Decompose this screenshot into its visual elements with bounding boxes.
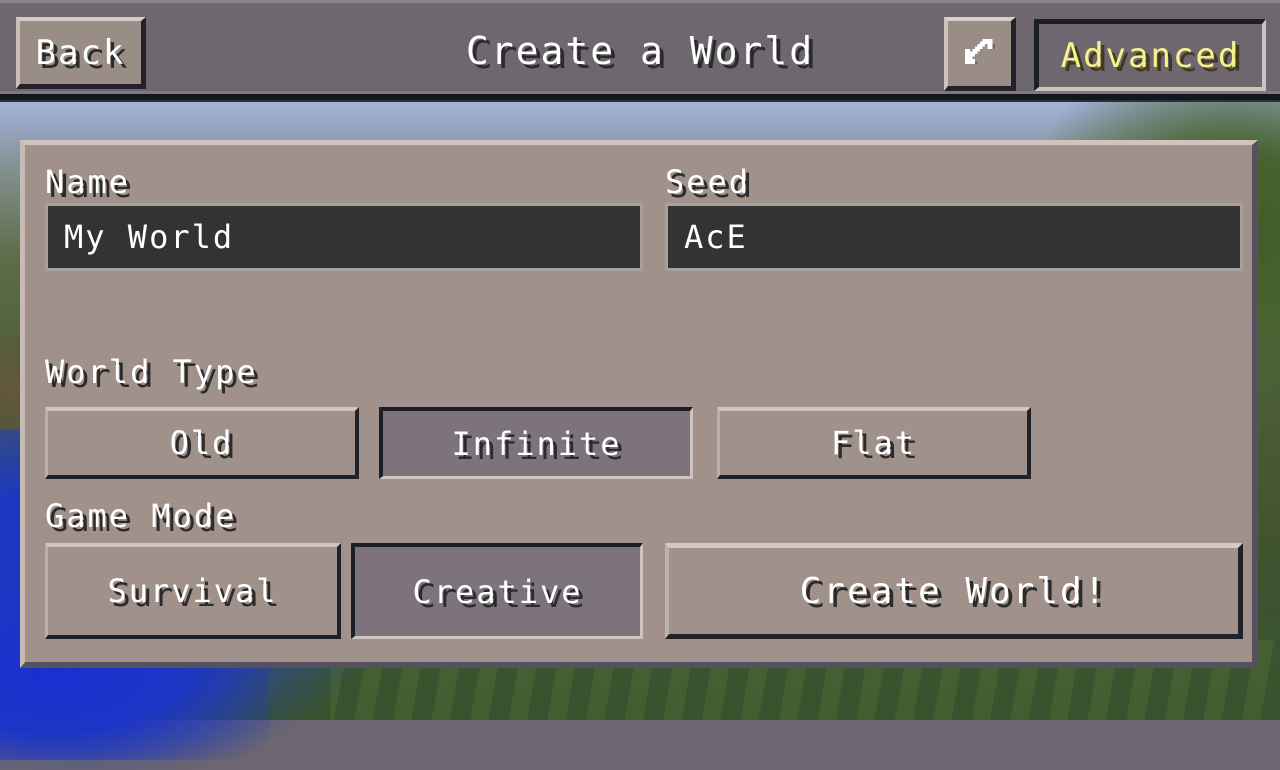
name-field-label: Name bbox=[45, 163, 130, 201]
game-mode-option-creative[interactable]: Creative bbox=[351, 543, 643, 639]
world-type-option-flat[interactable]: Flat bbox=[717, 407, 1031, 479]
seed-field-label: Seed bbox=[665, 163, 750, 201]
world-type-label: World Type bbox=[45, 353, 258, 391]
create-world-button-label: Create World! bbox=[800, 571, 1108, 612]
top-bar-divider bbox=[0, 91, 1280, 102]
world-type-option-infinite[interactable]: Infinite bbox=[379, 407, 693, 479]
shuffle-arrows-icon bbox=[960, 34, 1000, 74]
game-mode-option-creative-label: Creative bbox=[412, 573, 582, 611]
world-type-option-flat-label: Flat bbox=[831, 424, 916, 462]
seed-input-value: AcE bbox=[684, 218, 748, 256]
seed-input[interactable]: AcE bbox=[665, 203, 1243, 271]
name-input-value: My World bbox=[64, 218, 234, 256]
world-type-option-infinite-label: Infinite bbox=[451, 425, 621, 463]
world-type-option-old-label: Old bbox=[170, 424, 234, 462]
game-mode-option-survival-label: Survival bbox=[107, 572, 277, 610]
create-world-panel: Name My World Seed AcE World Type Old In… bbox=[20, 140, 1258, 668]
game-mode-label: Game Mode bbox=[45, 497, 236, 535]
advanced-button-label: Advanced bbox=[1061, 36, 1241, 76]
game-mode-option-survival[interactable]: Survival bbox=[45, 543, 341, 639]
advanced-button[interactable]: Advanced bbox=[1034, 19, 1266, 91]
create-world-button[interactable]: Create World! bbox=[665, 543, 1243, 639]
top-bar: Back Create a World bbox=[0, 0, 1280, 102]
name-input[interactable]: My World bbox=[45, 203, 643, 271]
world-type-option-old[interactable]: Old bbox=[45, 407, 359, 479]
shuffle-seed-button[interactable] bbox=[944, 17, 1016, 91]
